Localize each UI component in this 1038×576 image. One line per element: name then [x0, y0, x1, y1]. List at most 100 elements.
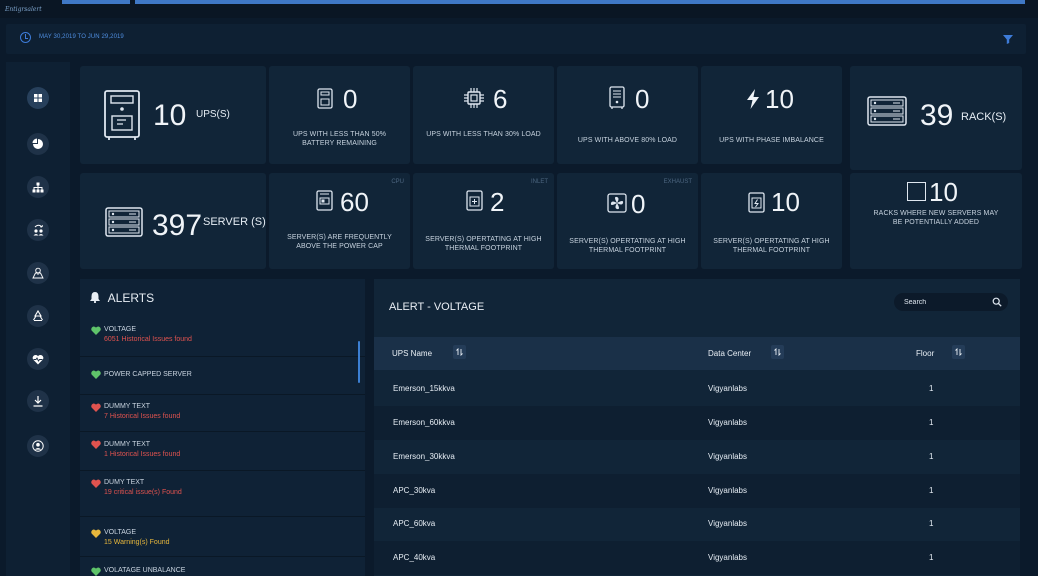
cell-floor: 1 — [929, 384, 934, 393]
server-count-value: 397 — [152, 209, 203, 242]
power-cap-value: 60 — [340, 187, 369, 217]
filter-button[interactable] — [1000, 32, 1016, 46]
ups-count-label: UPS(S) — [196, 109, 230, 120]
sort-floor-button[interactable] — [952, 345, 965, 359]
table-header: UPS Name Data Center Floor — [374, 337, 1020, 370]
sidebar — [6, 62, 70, 576]
cell-ups-name: APC_40kva — [393, 553, 436, 562]
sidebar-item-download[interactable] — [27, 390, 49, 412]
alert-title: DUMY TEXT — [104, 479, 145, 486]
alert-subtitle: 15 Warning(s) Found — [104, 539, 170, 546]
date-range-text[interactable]: MAY 30,2019 TO JUN 29,2019 — [39, 34, 124, 40]
sidebar-item-hierarchy[interactable] — [27, 176, 49, 198]
alert-item[interactable]: VOLTAGE 6051 Historical Issues found — [80, 317, 365, 357]
ups-battery-value: 0 — [343, 84, 358, 114]
lightning-icon — [747, 89, 759, 109]
ups-low-load-card[interactable]: 6 UPS WITH LESS THAN 30% LOAD — [413, 66, 554, 164]
server-count-card[interactable]: 397 SERVER (S) — [80, 173, 266, 269]
rack-count-card[interactable]: 39 RACK(S) — [850, 66, 1022, 170]
ups-count-card[interactable]: 10 UPS(S) — [80, 66, 266, 164]
rack-count-value: 39 — [920, 99, 954, 132]
sort-icon — [955, 348, 962, 356]
alert-item[interactable]: VOLTAGE 15 Warning(s) Found — [80, 517, 365, 557]
date-range-bar: MAY 30,2019 TO JUN 29,2019 — [6, 24, 1026, 54]
sidebar-item-dashboard[interactable] — [27, 87, 49, 109]
alert-title: VOLATAGE UNBALANCE — [104, 567, 186, 574]
alert-item[interactable]: DUMMY TEXT 7 Historical Issues found — [80, 395, 365, 432]
alert-item[interactable]: DUMY TEXT 19 critical issue(s) Found — [80, 471, 365, 517]
ups-high-load-label: UPS WITH ABOVE 80% LOAD — [577, 137, 678, 144]
people-sync-icon — [33, 224, 43, 236]
search-box — [894, 293, 1008, 311]
column-header-ups-name[interactable]: UPS Name — [392, 349, 432, 358]
thermal-card[interactable]: 10 SERVER(S) OPERTATING AT HIGH THERMAL … — [701, 173, 842, 269]
racks-new-servers-card[interactable]: 10 RACKS WHERE NEW SERVERS MAY BE POTENT… — [850, 173, 1022, 269]
cell-floor: 1 — [929, 418, 934, 427]
heart-icon — [91, 440, 101, 449]
heart-icon — [91, 370, 101, 379]
recycle-icon — [33, 310, 43, 322]
logo[interactable]: Entigrsalert — [0, 0, 60, 18]
alert-subtitle: 1 Historical Issues found — [104, 451, 181, 458]
sidebar-item-analytics[interactable] — [27, 133, 49, 155]
alert-title: DUMMY TEXT — [104, 441, 151, 448]
table-row[interactable]: APC_40kva Vigyanlabs 1 — [374, 541, 1020, 575]
cell-floor: 1 — [929, 486, 934, 495]
table-row[interactable]: Emerson_30kkva Vigyanlabs 1 — [374, 440, 1020, 474]
alerts-title: ALERTS — [107, 291, 155, 305]
search-input[interactable] — [904, 296, 984, 308]
sidebar-item-map[interactable] — [27, 262, 49, 284]
power-cap-card[interactable]: CPU 60 SERVER(S) ARE FREQUENTLY ABOVE TH… — [269, 173, 410, 269]
user-icon — [32, 440, 44, 452]
ups-count-value: 10 — [153, 99, 187, 132]
cell-data-center: Vigyanlabs — [708, 486, 747, 495]
rack-icon — [867, 96, 907, 126]
search-icon[interactable] — [992, 297, 1002, 307]
alerts-scrollbar[interactable] — [358, 341, 360, 383]
top-tab-indicator[interactable] — [62, 0, 130, 4]
ups-battery-card[interactable]: 0 UPS WITH LESS THAN 50% BATTERY REMAINI… — [269, 66, 410, 164]
table-row[interactable]: APC_30kva Vigyanlabs 1 — [374, 474, 1020, 508]
ups-device-icon — [104, 90, 140, 140]
sidebar-item-sync[interactable] — [27, 219, 49, 241]
exhaust-card[interactable]: EXHAUST 0 SERVER(S) OPERTATING AT HIGH T… — [557, 173, 698, 269]
empty-rack-icon — [907, 182, 926, 201]
sort-ups-name-button[interactable] — [453, 345, 466, 359]
heart-icon — [91, 403, 101, 412]
alert-title: VOLTAGE — [104, 529, 137, 536]
sidebar-item-recycle[interactable] — [27, 305, 49, 327]
ups-phase-card[interactable]: 10 UPS WITH PHASE IMBALANCE — [701, 66, 842, 164]
exhaust-tag: EXHAUST — [663, 179, 692, 185]
sort-data-center-button[interactable] — [771, 345, 784, 359]
table-row[interactable]: Emerson_15kkva Vigyanlabs 1 — [374, 372, 1020, 406]
sidebar-item-user[interactable] — [27, 435, 49, 457]
alert-item[interactable]: DUMMY TEXT 1 Historical Issues found — [80, 432, 365, 471]
cpu-tag: CPU — [391, 179, 404, 185]
rack-count-label: RACK(S) — [961, 111, 1007, 123]
heart-icon — [91, 479, 101, 488]
column-header-floor[interactable]: Floor — [916, 349, 934, 358]
filter-icon — [1003, 35, 1013, 44]
sort-icon — [774, 348, 781, 356]
alert-subtitle: 7 Historical Issues found — [104, 413, 181, 420]
exhaust-label: SERVER(S) OPERTATING AT HIGH THERMAL FOO… — [569, 238, 686, 254]
ups-icon — [317, 88, 333, 109]
racks-new-value: 10 — [929, 177, 958, 207]
inlet-card[interactable]: INLET 2 SERVER(S) OPERTATING AT HIGH THE… — [413, 173, 554, 269]
table-row[interactable]: APC_60kva Vigyanlabs 1 — [374, 507, 1020, 541]
cell-floor: 1 — [929, 553, 934, 562]
top-nav-bar[interactable] — [135, 0, 1025, 4]
sidebar-item-health[interactable] — [27, 348, 49, 370]
heart-icon — [91, 326, 101, 335]
alert-item[interactable]: VOLATAGE UNBALANCE — [80, 557, 365, 576]
ups-battery-label: UPS WITH LESS THAN 50% BATTERY REMAINING — [292, 131, 387, 147]
racks-new-label: RACKS WHERE NEW SERVERS MAY BE POTENTIAL… — [873, 210, 999, 226]
ups-high-load-card[interactable]: 0 UPS WITH ABOVE 80% LOAD — [557, 66, 698, 164]
inlet-tag: INLET — [530, 179, 548, 185]
server-rack-icon — [105, 207, 143, 237]
panel-title: ALERT - VOLTAGE — [389, 301, 485, 313]
table-row[interactable]: Emerson_60kkva Vigyanlabs 1 — [374, 406, 1020, 440]
server-count-label: SERVER (S) — [203, 216, 266, 228]
alert-item[interactable]: POWER CAPPED SERVER — [80, 357, 365, 395]
column-header-data-center[interactable]: Data Center — [708, 349, 751, 358]
